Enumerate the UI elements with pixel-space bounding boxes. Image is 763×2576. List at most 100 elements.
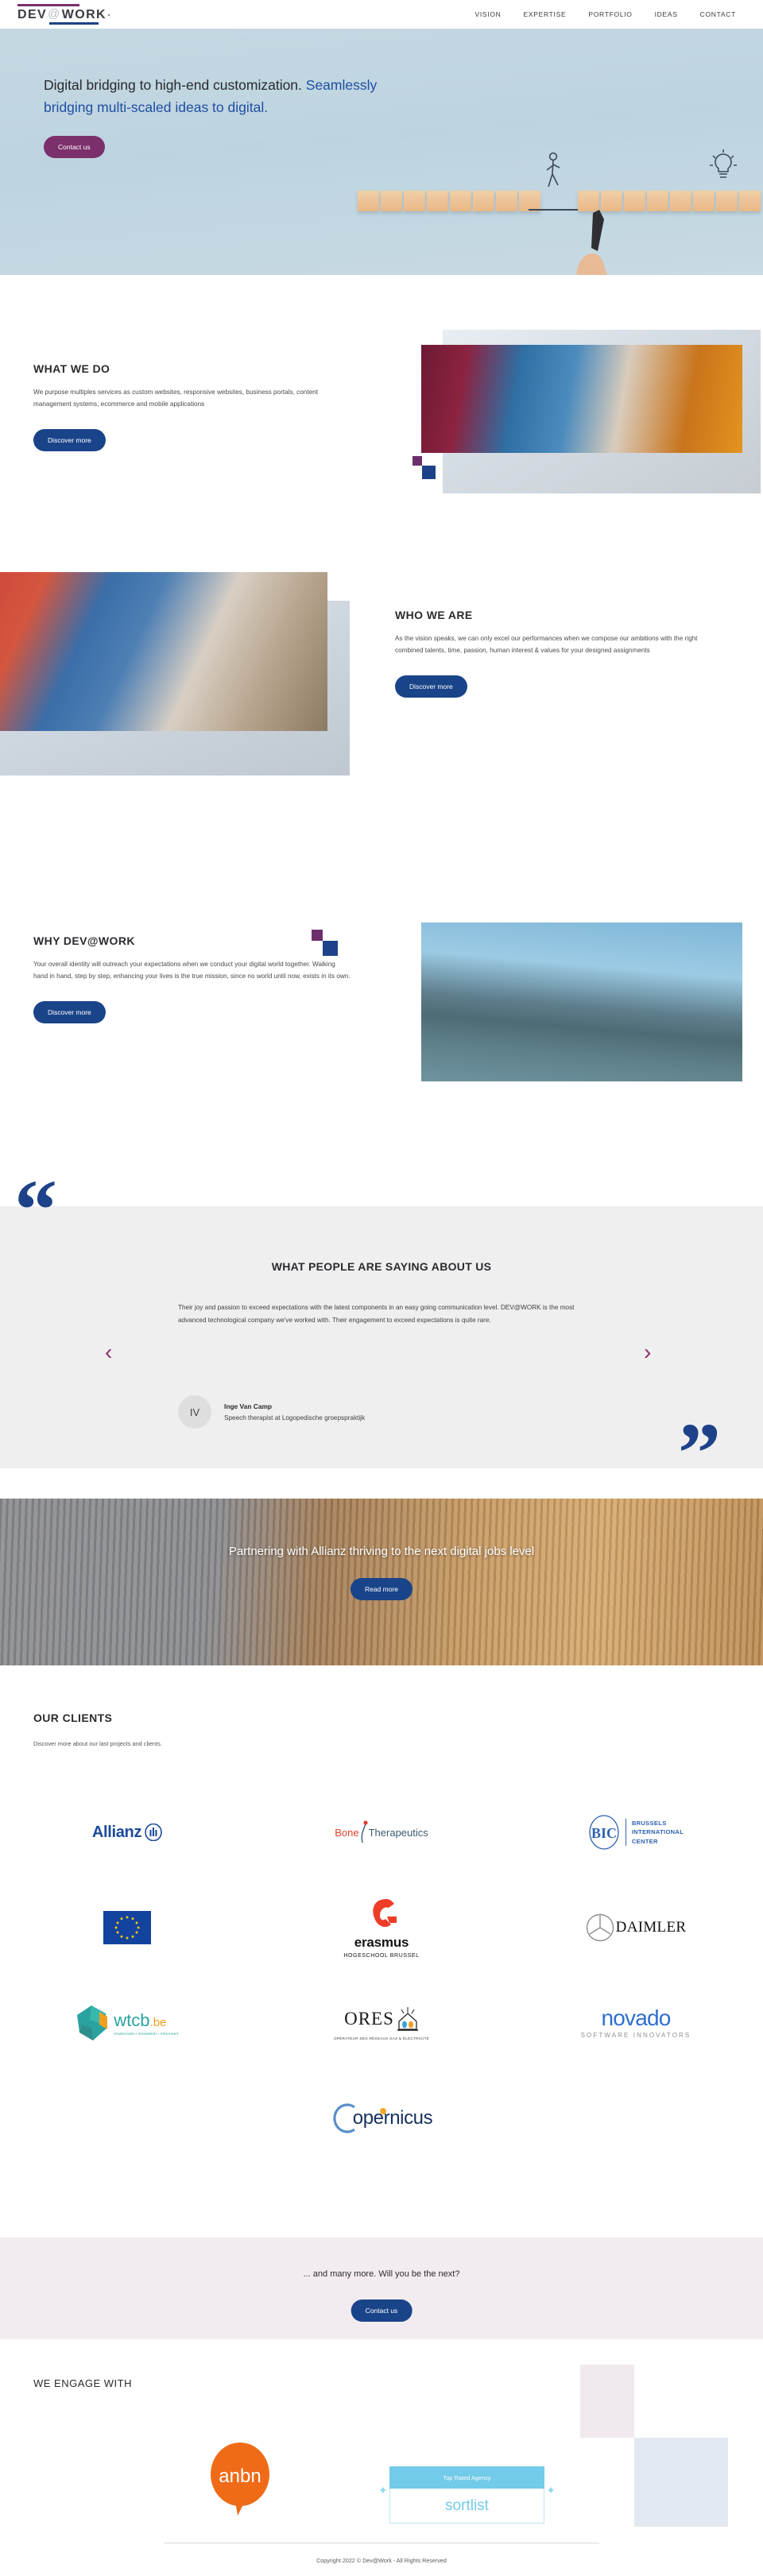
allianz-bars-icon [145,1824,162,1841]
client-logo-erasmus[interactable]: erasmus HOGESCHOOL BRUSSEL [254,1880,509,1975]
what-we-do-body: We purpose multiples services as custom … [33,389,318,408]
anbn-wordmark: anbn [219,2466,261,2487]
logo-work: WORK [61,7,107,21]
why-devatwork-copy: WHY DEV@WORK Your overall identity will … [33,934,351,1024]
ores-house-icon [397,2007,418,2031]
many-more-contact-us-button[interactable]: Contact us [351,2299,412,2322]
ores-wordmark: ORES [344,2009,394,2029]
why-devatwork-section: WHY DEV@WORK Your overall identity will … [0,847,763,1149]
testimonial-prev-arrow-icon[interactable]: ‹ [105,1340,112,1365]
bic-line-1: BRUSSELS [631,1819,667,1827]
our-clients-title: OUR CLIENTS [33,1712,113,1724]
hero-contact-us-button[interactable]: Contact us [44,136,105,159]
sortlist-wordmark: sortlist [389,2489,544,2524]
copernicus-dot-icon [379,2108,386,2114]
partner-logo-anbn[interactable]: anbn [200,2441,280,2517]
quote-close-icon: ” [678,1406,721,1501]
logo-wordmark: DEV @ WORK [17,8,119,22]
hero-bricks-left [358,191,540,211]
logo[interactable]: DEV @ WORK [17,3,119,25]
mercedes-star-icon [586,1913,614,1942]
testimonial-next-arrow-icon[interactable]: › [644,1340,651,1365]
testimonial-quote: Their joy and passion to exceed expectat… [178,1304,575,1324]
logo-dot [108,14,110,16]
client-logo-bone-therapeutics[interactable]: Bone Therapeutics [254,1785,509,1880]
wtcb-gem-icon [77,2005,108,2040]
nav-item-vision[interactable]: VISION [474,10,501,18]
banner-title: Partnering with Allianz thriving to the … [228,1545,535,1558]
sparkle-right-icon: ✦ [546,2484,556,2497]
allianz-banner-section: Partnering with Allianz thriving to the … [0,1499,763,1665]
bic-monogram-icon: BIC [589,1815,619,1850]
anbn-speech-bubble-icon: anbn [211,2443,269,2516]
why-devatwork-discover-more-button[interactable]: Discover more [33,1001,106,1024]
eu-flag-icon [103,1911,151,1944]
novado-wordmark: novado [601,2005,671,2030]
logo-at-icon: @ [48,7,61,21]
ores-tagline: OPÉRATEUR DES RÉSEAUX GAZ & ÉLECTRICITÉ [333,2036,430,2040]
what-we-do-discover-more-button[interactable]: Discover more [33,429,106,452]
nav-item-expertise[interactable]: EXPERTISE [524,10,567,18]
nav-item-portfolio[interactable]: PORTFOLIO [588,10,632,18]
client-logo-wtcb[interactable]: wtcb .be Onderzoekt • Ontwikkelt • Infor… [0,1975,254,2071]
sparkle-left-icon: ✦ [378,2484,388,2497]
what-we-do-section: WHAT WE DO We purpose multiples services… [0,275,763,561]
testimonial-author: IV Inge Van Camp Speech therapist at Log… [178,1395,365,1429]
client-logo-allianz[interactable]: Allianz [0,1785,254,1880]
novado-tagline: SOFTWARE INNOVATORS [580,2032,691,2039]
logo-top-bar [17,3,79,6]
many-more-text: ... and many more. Will you be the next? [303,2269,460,2279]
daimler-wordmark: DAIMLER [615,1919,687,1936]
our-clients-section: OUR CLIENTS Discover more about our last… [0,1665,763,2225]
decorative-square-blue [422,466,436,479]
therapeutics-word: Therapeutics [368,1826,428,1839]
testimonial-section: “ ” WHAT PEOPLE ARE SAYING ABOUT US Thei… [0,1149,763,1499]
decorative-square-light-blue [634,2438,728,2527]
testimonial-author-name: Inge Van Camp [224,1402,273,1410]
erasmus-wordmark: erasmus [354,1934,409,1950]
decorative-square-purple [412,456,422,466]
wtcb-tld: .be [149,2016,167,2029]
bone-word: Bone [335,1826,359,1839]
testimonial-author-role: Speech therapist at Logopedische groepsp… [224,1414,366,1421]
client-logo-copernicus[interactable]: opernicus [254,2071,509,2166]
who-we-are-body: As the vision speaks, we can only excel … [395,635,698,655]
client-logo-european-union[interactable] [0,1880,254,1975]
banner-read-more-button[interactable]: Read more [350,1578,413,1600]
client-logo-grid: Allianz Bone Therapeutics BIC BRUSSELS I… [0,1785,763,2166]
hero-copy: Digital bridging to high-end customizati… [44,75,378,159]
our-clients-heading: OUR CLIENTS Discover more about our last… [33,1712,162,1747]
wtcb-tagline: Onderzoekt • Ontwikkelt • Informeert [114,2032,179,2036]
avatar: IV [178,1395,211,1429]
testimonial-title: WHAT PEOPLE ARE SAYING ABOUT US [271,1260,492,1273]
nav-item-ideas[interactable]: IDEAS [655,10,678,18]
who-we-are-discover-more-button[interactable]: Discover more [395,675,467,698]
why-devatwork-bridge-photo [421,922,742,1081]
partner-logo-sortlist[interactable]: ✦ ✦ Top Rated Agency sortlist [378,2466,556,2524]
allianz-wordmark: Allianz [91,1823,142,1841]
quote-open-icon: “ [14,1163,57,1258]
hero-title: Digital bridging to high-end customizati… [44,75,378,118]
who-we-are-meeting-photo [0,572,327,731]
sortlist-badge-label: Top Rated Agency [389,2466,544,2489]
testimonial-panel [0,1206,763,1468]
client-logo-bic[interactable]: BIC BRUSSELS INTERNATIONAL CENTER [509,1785,763,1880]
nav-item-contact[interactable]: CONTACT [700,10,736,18]
many-more-cta-section: ... and many more. Will you be the next?… [0,2238,763,2339]
bic-line-3: CENTER [631,1837,658,1845]
client-logo-daimler[interactable]: DAIMLER [509,1880,763,1975]
decorative-square-pink [580,2365,634,2438]
hero-title-dark: Digital bridging to high-end customizati… [44,77,306,93]
logo-bottom-bar [49,22,99,25]
bic-letters: BIC [591,1825,617,1841]
lightbulb-icon [710,149,737,178]
copernicus-wordmark: opernicus [352,2107,433,2129]
walking-person-icon [546,152,560,188]
client-logo-ores[interactable]: ORES OPÉRATEUR DES RÉSEAUX GAZ & ÉLECTRI… [254,1975,509,2071]
client-logo-novado[interactable]: novado SOFTWARE INNOVATORS [509,1975,763,2071]
who-we-are-copy: WHO WE ARE As the vision speaks, we can … [395,609,713,698]
who-we-are-section: WHO WE ARE As the vision speaks, we can … [0,561,763,847]
our-clients-subtitle: Discover more about our last projects an… [33,1740,162,1747]
site-footer: Copyright 2022 © Dev@Work - All Rights R… [0,2543,763,2576]
logo-dev: DEV [17,7,48,21]
